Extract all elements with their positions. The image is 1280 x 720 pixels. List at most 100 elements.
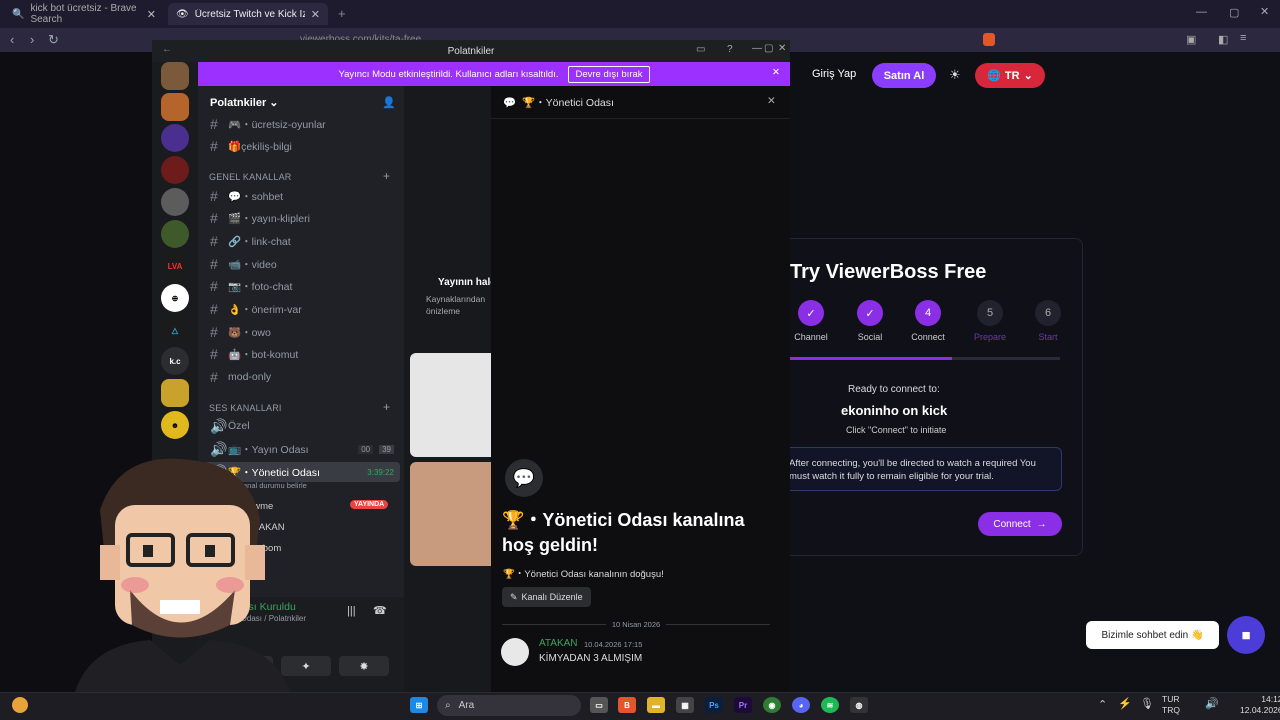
close-window-icon[interactable]: ✕	[1260, 5, 1269, 18]
channel-item[interactable]: # 📹・video	[204, 254, 400, 274]
server-icon[interactable]: △	[161, 316, 189, 344]
server-icon[interactable]	[161, 62, 189, 90]
channel-item[interactable]: # 📷・foto-chat	[204, 276, 400, 296]
disconnect-icon[interactable]: ☎	[373, 604, 387, 617]
category-general[interactable]: GENEL KANALLAR	[209, 172, 292, 182]
chrome-icon[interactable]: ◉	[763, 697, 781, 713]
user-limit: 39	[379, 444, 394, 454]
channel-item[interactable]: # 🎮・ücretsiz-oyunlar	[204, 114, 400, 134]
spotify-icon[interactable]: ≋	[821, 697, 839, 713]
streamer-avatar-overlay	[75, 458, 290, 692]
channel-item[interactable]: # 🔗・link-chat	[204, 231, 400, 251]
channel-item[interactable]: # 🤖・bot-komut	[204, 344, 400, 364]
avatar[interactable]	[501, 638, 529, 666]
network-icon[interactable]: ⚡	[1118, 697, 1132, 710]
date: 12.04.2026	[1240, 705, 1280, 715]
voice-channel[interactable]: 🔊 Özel	[204, 416, 400, 436]
premiere-icon[interactable]: Pr	[734, 697, 752, 713]
buy-button[interactable]: Satın Al	[872, 63, 936, 88]
discord-icon[interactable]: ◕	[792, 697, 810, 713]
store-icon[interactable]: ▦	[676, 697, 694, 713]
disable-button[interactable]: Devre dışı bırak	[568, 65, 650, 83]
input-language[interactable]: TUR TRQ	[1162, 694, 1180, 716]
taskbar-search[interactable]: ⌕ Ara	[437, 695, 581, 716]
channel-item[interactable]: # 👌・önerim-var	[204, 299, 400, 319]
weather-icon[interactable]	[12, 697, 28, 713]
close-icon[interactable]: ✕	[778, 43, 786, 54]
explorer-icon[interactable]: ▬	[647, 697, 665, 713]
clock[interactable]: 14:12 12.04.2026	[1240, 694, 1280, 716]
minimize-icon[interactable]: —	[752, 43, 762, 54]
login-link[interactable]: Giriş Yap	[812, 68, 856, 80]
tab-viewerboss[interactable]: 👁 Ücretsiz Twitch ve Kick İzleyiciler ✕	[168, 3, 328, 25]
close-icon[interactable]: ✕	[147, 8, 156, 21]
server-icon[interactable]	[161, 93, 189, 121]
forward-icon[interactable]: ›	[30, 32, 34, 47]
hash-icon: #	[210, 301, 218, 317]
server-name[interactable]: Polatnkiler ⌄	[210, 96, 279, 109]
soundboard-icon[interactable]: ✸	[339, 656, 389, 676]
tab-brave-search[interactable]: 🔍 kick bot ücretsiz - Brave Search ✕	[4, 3, 164, 25]
task-view-icon[interactable]: ▭	[590, 697, 608, 713]
channel-item[interactable]: # 🐻・owo	[204, 322, 400, 342]
theme-toggle-icon[interactable]: ☀	[949, 67, 961, 83]
maximize-icon[interactable]: ▢	[764, 43, 773, 54]
brave-icon[interactable]: B	[618, 697, 636, 713]
new-tab-icon[interactable]: +	[338, 6, 346, 21]
server-icon[interactable]	[161, 124, 189, 152]
noise-suppression-icon[interactable]: |||	[347, 605, 356, 617]
channel-item[interactable]: # 🎁çekiliş-bilgi	[204, 136, 400, 156]
sidebar-icon[interactable]: ▣	[1186, 33, 1196, 46]
step-social: ✓	[857, 300, 883, 326]
back-icon[interactable]: ‹	[10, 32, 14, 47]
menu-icon[interactable]: ≡	[1240, 32, 1246, 44]
server-icon[interactable]: ⊕	[161, 284, 189, 312]
server-icon[interactable]: ☻	[161, 411, 189, 439]
hash-icon: #	[210, 256, 218, 272]
add-channel-icon[interactable]: +	[383, 400, 390, 414]
chat-icon[interactable]: ■	[1227, 616, 1265, 654]
preview-sub: Kaynaklarından önizleme	[426, 294, 486, 316]
add-channel-icon[interactable]: +	[383, 169, 390, 183]
channel-item[interactable]: # 🎬・yayın-klipleri	[204, 208, 400, 228]
server-icon[interactable]: k.c	[161, 347, 189, 375]
banner-text: Yayıncı Modu etkinleştirildi. Kullanıcı …	[338, 68, 559, 80]
welcome-heading: 🏆・Yönetici Odası kanalına hoş geldin!	[502, 510, 745, 555]
add-member-icon[interactable]: 👤	[382, 96, 396, 109]
close-icon[interactable]: ✕	[767, 95, 776, 107]
inbox-icon[interactable]: ▭	[696, 44, 705, 55]
server-icon[interactable]	[161, 220, 189, 248]
chevron-up-icon[interactable]: ⌃	[1098, 698, 1107, 711]
connect-button[interactable]: Connect →	[978, 512, 1062, 536]
thread-title: 🏆・Yönetici Odası	[522, 96, 614, 109]
close-icon[interactable]: ✕	[772, 67, 780, 78]
language-button[interactable]: 🌐 TR ⌄	[975, 63, 1045, 88]
chat-bubble[interactable]: Bizimle sohbet edin 👋	[1086, 621, 1219, 649]
channel-item[interactable]: # mod-only	[204, 367, 400, 387]
server-icon[interactable]: LVA	[161, 252, 189, 280]
message-author[interactable]: ATAKAN	[539, 638, 578, 649]
panel-icon[interactable]: ◧	[1218, 33, 1228, 46]
volume-icon[interactable]: 🔊	[1205, 697, 1219, 710]
minimize-icon[interactable]: —	[1196, 6, 1207, 18]
server-icon[interactable]	[161, 156, 189, 184]
server-icon[interactable]	[161, 188, 189, 216]
help-icon[interactable]: ?	[727, 44, 733, 55]
brave-shield-icon[interactable]	[983, 33, 995, 46]
channel-item[interactable]: # 💬・sohbet	[204, 186, 400, 206]
category-voice[interactable]: SES KANALLARI	[209, 403, 282, 413]
preview-thumbnail[interactable]	[410, 462, 491, 566]
tab-label: kick bot ücretsiz - Brave Search	[30, 3, 137, 25]
server-icon[interactable]	[161, 379, 189, 407]
mic-icon[interactable]: 🎙	[1140, 697, 1154, 710]
preview-thumbnail[interactable]	[410, 353, 491, 457]
photoshop-icon[interactable]: Ps	[705, 697, 723, 713]
maximize-icon[interactable]: ▢	[1229, 6, 1239, 19]
close-icon[interactable]: ✕	[311, 8, 320, 21]
back-icon[interactable]: ←	[162, 44, 172, 55]
reload-icon[interactable]: ↻	[48, 32, 59, 48]
edit-channel-button[interactable]: ✎ Kanalı Düzenle	[502, 587, 591, 607]
obs-icon[interactable]: ◍	[850, 697, 868, 713]
start-icon[interactable]: ⊞	[410, 697, 428, 713]
message-text: KİMYADAN 3 ALMIŞIM	[539, 653, 643, 664]
